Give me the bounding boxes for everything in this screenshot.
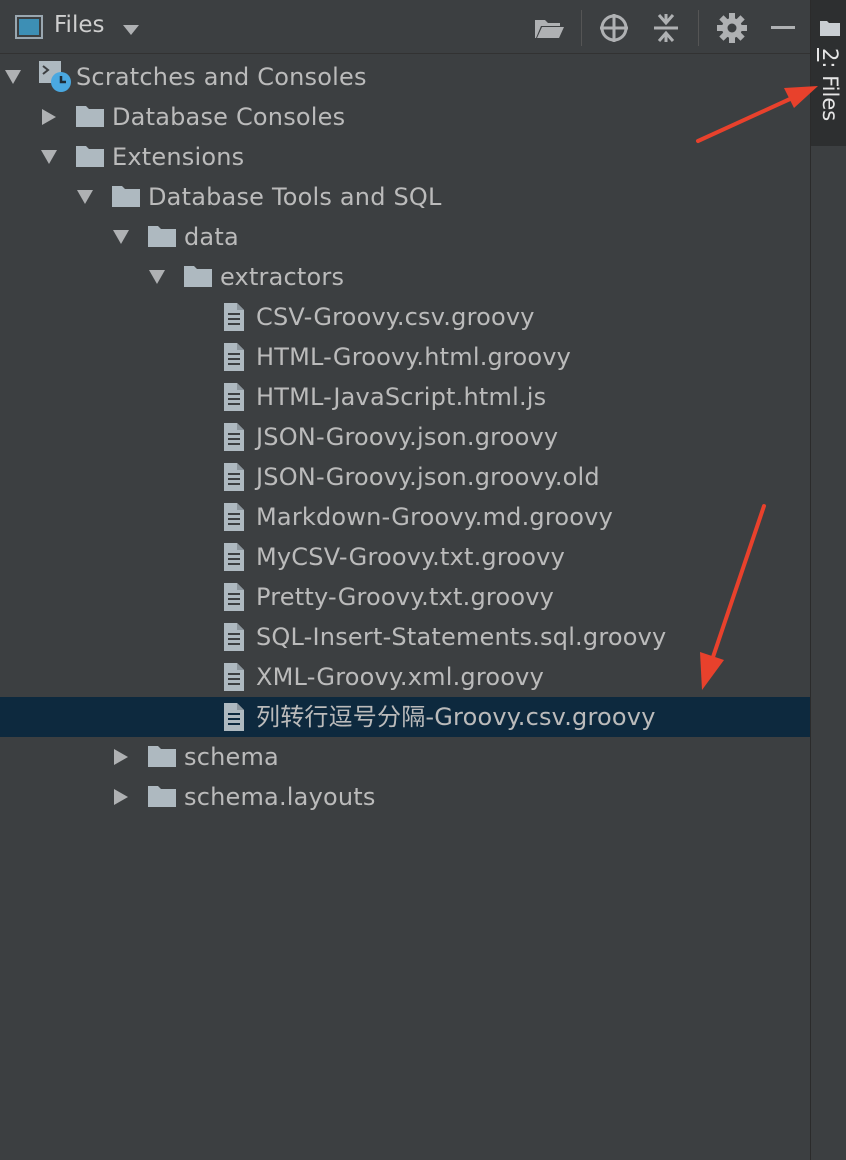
tree-node-database-consoles[interactable]: Database Consoles [0, 97, 810, 137]
folder-icon [148, 745, 176, 771]
tree-node-file[interactable]: HTML-Groovy.html.groovy [0, 337, 810, 377]
chevron-right-icon[interactable] [112, 748, 130, 766]
chevron-down-icon[interactable] [112, 228, 130, 246]
files-tab-label: 2: Files [818, 48, 842, 121]
text-file-icon [224, 303, 244, 335]
node-label: Database Consoles [112, 103, 346, 131]
text-file-icon [224, 583, 244, 615]
folder-icon [112, 185, 140, 211]
scratches-consoles-icon [38, 60, 72, 98]
node-label: Scratches and Consoles [76, 63, 367, 91]
toolbar-separator [581, 10, 582, 46]
chevron-down-icon[interactable] [122, 21, 140, 40]
node-label: HTML-JavaScript.html.js [256, 383, 547, 411]
collapse-all-icon[interactable] [650, 12, 682, 44]
tree-node-schema-layouts[interactable]: schema.layouts [0, 777, 810, 817]
text-file-icon [224, 543, 244, 575]
node-label: 列转行逗号分隔-Groovy.csv.groovy [256, 703, 656, 731]
chevron-down-icon[interactable] [4, 68, 22, 86]
text-file-icon [224, 423, 244, 455]
chevron-down-icon[interactable] [148, 268, 166, 286]
folder-icon [184, 265, 212, 291]
folder-icon [148, 225, 176, 251]
node-label: Markdown-Groovy.md.groovy [256, 503, 613, 531]
text-file-icon [224, 663, 244, 695]
text-file-icon [224, 623, 244, 655]
text-file-icon [224, 503, 244, 535]
text-file-icon [224, 383, 244, 415]
folder-icon [76, 105, 104, 131]
open-folder-icon[interactable] [533, 12, 565, 44]
chevron-right-icon[interactable] [40, 108, 58, 126]
text-file-icon [224, 703, 244, 735]
node-label: HTML-Groovy.html.groovy [256, 343, 572, 371]
tree-node-extensions[interactable]: Extensions [0, 137, 810, 177]
tree-node-schema[interactable]: schema [0, 737, 810, 777]
node-label: extractors [220, 263, 345, 291]
tree-node-file[interactable]: SQL-Insert-Statements.sql.groovy [0, 617, 810, 657]
chevron-down-icon[interactable] [76, 188, 94, 206]
node-label: data [184, 223, 239, 251]
node-label: MyCSV-Groovy.txt.groovy [256, 543, 565, 571]
tree-node-file[interactable]: MyCSV-Groovy.txt.groovy [0, 537, 810, 577]
tool-window-title[interactable]: Files [54, 12, 104, 38]
tree-node-file[interactable]: JSON-Groovy.json.groovy.old [0, 457, 810, 497]
tree-node-data[interactable]: data [0, 217, 810, 257]
tree-node-database-tools[interactable]: Database Tools and SQL [0, 177, 810, 217]
tab-text: : Files [818, 61, 842, 122]
locate-icon[interactable] [598, 12, 630, 44]
files-tool-window-tab[interactable]: 2: Files [811, 0, 846, 146]
text-file-icon [224, 463, 244, 495]
tool-window-header: Files [0, 0, 810, 54]
tree-node-extractors[interactable]: extractors [0, 257, 810, 297]
node-label: SQL-Insert-Statements.sql.groovy [256, 623, 667, 651]
tab-number: 2 [818, 48, 842, 62]
node-label: XML-Groovy.xml.groovy [256, 663, 544, 691]
node-label: CSV-Groovy.csv.groovy [256, 303, 535, 331]
node-label: JSON-Groovy.json.groovy [256, 423, 559, 451]
tree-node-file[interactable]: Pretty-Groovy.txt.groovy [0, 577, 810, 617]
node-label: JSON-Groovy.json.groovy.old [256, 463, 600, 491]
minimize-icon[interactable] [768, 12, 800, 44]
project-view-icon[interactable] [15, 15, 43, 43]
node-label: Extensions [112, 143, 245, 171]
chevron-down-icon[interactable] [40, 148, 58, 166]
tree-node-file[interactable]: CSV-Groovy.csv.groovy [0, 297, 810, 337]
tree-node-file[interactable]: Markdown-Groovy.md.groovy [0, 497, 810, 537]
tree-node-file[interactable]: HTML-JavaScript.html.js [0, 377, 810, 417]
text-file-icon [224, 343, 244, 375]
folder-icon [76, 145, 104, 171]
folder-icon [148, 785, 176, 811]
node-label: schema [184, 743, 279, 771]
gear-icon[interactable] [716, 12, 748, 44]
node-label: Pretty-Groovy.txt.groovy [256, 583, 555, 611]
folder-icon [820, 20, 840, 40]
tree-node-file-selected[interactable]: 列转行逗号分隔-Groovy.csv.groovy [0, 697, 810, 737]
toolbar-separator [698, 10, 699, 46]
tree-node-file[interactable]: JSON-Groovy.json.groovy [0, 417, 810, 457]
node-label: Database Tools and SQL [148, 183, 442, 211]
chevron-right-icon[interactable] [112, 788, 130, 806]
tree-node-file[interactable]: XML-Groovy.xml.groovy [0, 657, 810, 697]
node-label: schema.layouts [184, 783, 376, 811]
right-tool-window-bar: 2: Files [810, 0, 846, 1160]
tree-node-scratches[interactable]: Scratches and Consoles [0, 57, 810, 97]
file-tree: Scratches and Consoles Database Consoles… [0, 57, 810, 817]
